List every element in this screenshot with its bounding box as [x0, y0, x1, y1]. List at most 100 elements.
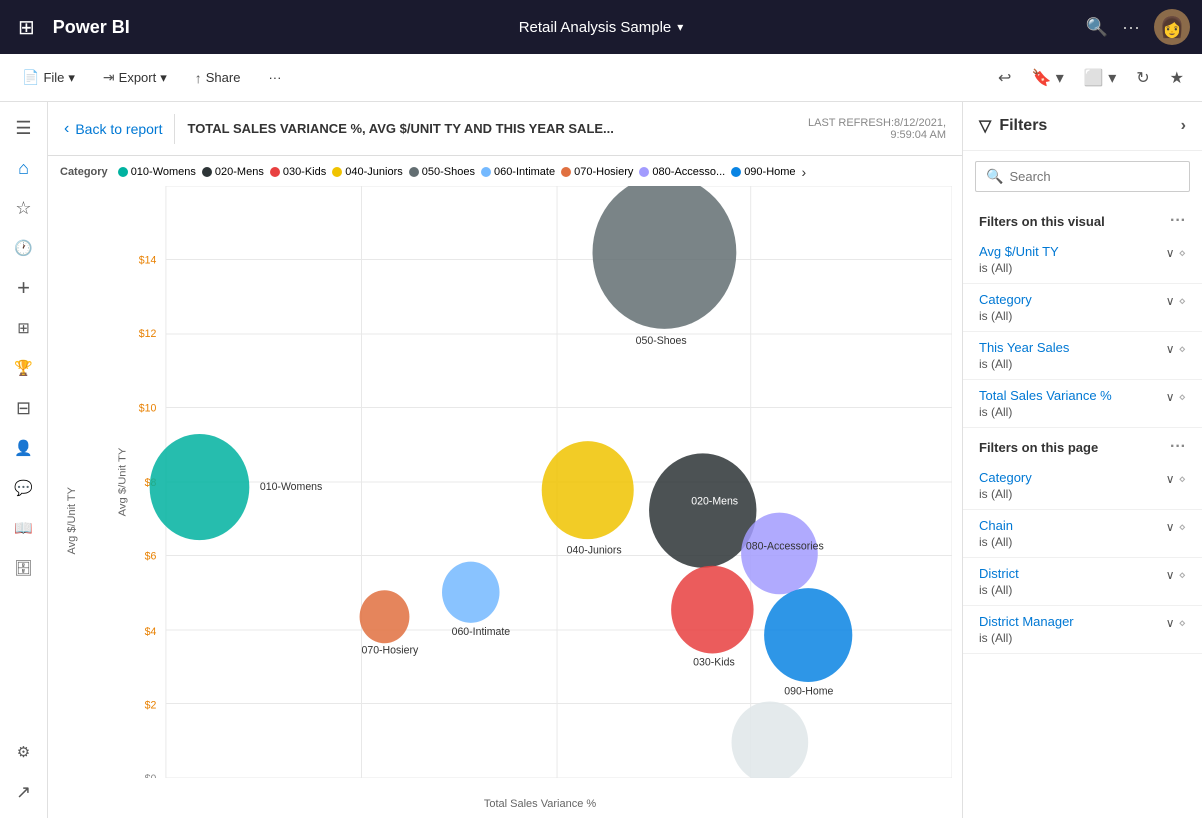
svg-text:090-Home: 090-Home: [784, 685, 833, 697]
filter-chevron-category[interactable]: ∨: [1166, 294, 1175, 308]
sidebar-item-create[interactable]: +: [6, 270, 42, 306]
bubble-mens[interactable]: [649, 453, 756, 567]
filter-chevron-this-year[interactable]: ∨: [1166, 342, 1175, 356]
search-nav-icon[interactable]: 🔍: [1086, 17, 1108, 38]
filter-item-chain[interactable]: Chain is (All) ∨ ⋄: [963, 510, 1202, 558]
filter-chevron-page-category[interactable]: ∨: [1166, 472, 1175, 486]
filter-chevron-district[interactable]: ∨: [1166, 568, 1175, 582]
sidebar-item-workspaces[interactable]: ⊟: [6, 390, 42, 426]
x-axis-label: Total Sales Variance %: [484, 798, 596, 810]
file-button[interactable]: 📄 File ▾: [12, 63, 85, 92]
filter-clear-chain[interactable]: ⋄: [1178, 520, 1186, 534]
undo-button[interactable]: ↩: [992, 62, 1017, 94]
legend-item-mens: 020-Mens: [202, 166, 264, 178]
filter-item-this-year-sales[interactable]: This Year Sales is (All) ∨ ⋄: [963, 332, 1202, 380]
sidebar-item-external[interactable]: ↗: [6, 774, 42, 810]
nav-report-title: Retail Analysis Sample: [519, 19, 672, 36]
sidebar-item-people[interactable]: 👤: [6, 430, 42, 466]
filter-item-page-category[interactable]: Category is (All) ∨ ⋄: [963, 462, 1202, 510]
share-button[interactable]: ↑ Share: [185, 64, 251, 92]
sidebar-item-data[interactable]: 🗄: [6, 550, 42, 586]
filter-clear-page-category[interactable]: ⋄: [1178, 472, 1186, 486]
sidebar-item-favorites[interactable]: ☆: [6, 190, 42, 226]
legend-dot-accessories: [639, 167, 649, 177]
report-header: ‹ Back to report TOTAL SALES VARIANCE %,…: [48, 102, 962, 156]
chart-container: Category 010-Womens 020-Mens 030-Kids 04…: [48, 156, 962, 818]
visual-filters-more-icon[interactable]: ···: [1170, 212, 1186, 230]
legend-item-shoes: 050-Shoes: [409, 166, 475, 178]
legend-dot-home: [731, 167, 741, 177]
more-toolbar-button[interactable]: ···: [258, 64, 291, 91]
bubble-hosiery[interactable]: [360, 590, 410, 643]
sidebar-item-apps[interactable]: ⊞: [6, 310, 42, 346]
sidebar-item-settings[interactable]: ⚙: [6, 734, 42, 770]
visual-filters-section-label: Filters on this visual ···: [963, 202, 1202, 236]
filters-search-input[interactable]: [1009, 169, 1185, 184]
svg-text:060-Intimate: 060-Intimate: [452, 626, 511, 638]
legend-item-kids: 030-Kids: [270, 166, 326, 178]
sidebar-item-book[interactable]: 📖: [6, 510, 42, 546]
back-arrow-icon: ‹: [64, 120, 69, 138]
filter-chevron-avg-unit[interactable]: ∨: [1166, 246, 1175, 260]
back-to-report-button[interactable]: ‹ Back to report: [64, 120, 162, 138]
view-button[interactable]: ⬜ ▾: [1078, 62, 1122, 94]
filter-clear-district[interactable]: ⋄: [1178, 568, 1186, 582]
toolbar-right-actions: ↩ 🔖 ▾ ⬜ ▾ ↻ ★: [992, 62, 1190, 94]
bubble-shoes[interactable]: [593, 186, 737, 329]
legend-next-icon[interactable]: ›: [802, 164, 807, 180]
share-icon: ↑: [195, 70, 202, 86]
bubble-home[interactable]: [764, 588, 852, 682]
legend-dot-womens: [118, 167, 128, 177]
filters-title: Filters: [999, 117, 1047, 135]
bubble-groceries[interactable]: [732, 701, 809, 778]
filter-clear-total-sales[interactable]: ⋄: [1178, 390, 1186, 404]
filter-item-district-manager[interactable]: District Manager is (All) ∨ ⋄: [963, 606, 1202, 654]
filter-clear-category[interactable]: ⋄: [1178, 294, 1186, 308]
more-options-icon[interactable]: ···: [1122, 17, 1140, 38]
sidebar-item-menu[interactable]: ☰: [6, 110, 42, 146]
filter-chevron-total-sales[interactable]: ∨: [1166, 390, 1175, 404]
bubble-kids[interactable]: [671, 566, 753, 654]
filter-chevron-chain[interactable]: ∨: [1166, 520, 1175, 534]
bubble-intimate[interactable]: [442, 562, 500, 623]
filter-clear-district-mgr[interactable]: ⋄: [1178, 616, 1186, 630]
legend-item-juniors: 040-Juniors: [332, 166, 402, 178]
svg-text:$12: $12: [139, 328, 157, 340]
refresh-button[interactable]: ↻: [1130, 62, 1155, 94]
last-refresh-label: LAST REFRESH:8/12/2021,: [808, 117, 946, 129]
filter-chevron-district-mgr[interactable]: ∨: [1166, 616, 1175, 630]
svg-text:070-Hosiery: 070-Hosiery: [361, 644, 418, 656]
legend-dot-hosiery: [561, 167, 571, 177]
bubble-accessories[interactable]: [741, 513, 818, 595]
apps-grid-icon[interactable]: ⊞: [12, 9, 41, 46]
filters-expand-icon[interactable]: ›: [1181, 117, 1186, 135]
filter-item-total-sales-variance[interactable]: Total Sales Variance % is (All) ∨ ⋄: [963, 380, 1202, 428]
export-button[interactable]: ⇥ Export ▾: [93, 63, 177, 92]
filter-item-district[interactable]: District is (All) ∨ ⋄: [963, 558, 1202, 606]
bubble-juniors[interactable]: [542, 441, 634, 539]
last-refresh-info: LAST REFRESH:8/12/2021, 9:59:04 AM: [808, 117, 946, 141]
sidebar-item-recent[interactable]: 🕐: [6, 230, 42, 266]
page-filters-more-icon[interactable]: ···: [1170, 438, 1186, 456]
sidebar-item-learn[interactable]: 🏆: [6, 350, 42, 386]
filter-clear-this-year[interactable]: ⋄: [1178, 342, 1186, 356]
sidebar-item-chat[interactable]: 💬: [6, 470, 42, 506]
svg-text:$2: $2: [145, 699, 157, 711]
bubble-womens[interactable]: [150, 434, 250, 540]
filter-clear-avg-unit[interactable]: ⋄: [1178, 246, 1186, 260]
svg-text:040-Juniors: 040-Juniors: [567, 544, 623, 556]
main-layout: ☰ ⌂ ☆ 🕐 + ⊞ 🏆 ⊟ 👤 💬 📖 🗄 ⚙ ↗ ‹ Back to re…: [0, 102, 1202, 818]
filters-search-icon: 🔍: [986, 168, 1003, 185]
filters-panel-header: ▽ Filters ›: [963, 102, 1202, 151]
bookmark-button[interactable]: 🔖 ▾: [1025, 62, 1069, 94]
svg-text:020-Mens: 020-Mens: [691, 495, 738, 507]
title-chevron-icon[interactable]: ▾: [677, 20, 683, 34]
user-avatar[interactable]: 👩: [1154, 9, 1190, 45]
favorite-toolbar-button[interactable]: ★: [1164, 62, 1190, 94]
filters-search-box[interactable]: 🔍: [975, 161, 1190, 192]
legend-dot-juniors: [332, 167, 342, 177]
filter-item-avg-unit[interactable]: Avg $/Unit TY is (All) ∨ ⋄: [963, 236, 1202, 284]
sidebar-item-home[interactable]: ⌂: [6, 150, 42, 186]
filter-item-category[interactable]: Category is (All) ∨ ⋄: [963, 284, 1202, 332]
nav-right-icons: 🔍 ··· 👩: [1086, 9, 1190, 45]
